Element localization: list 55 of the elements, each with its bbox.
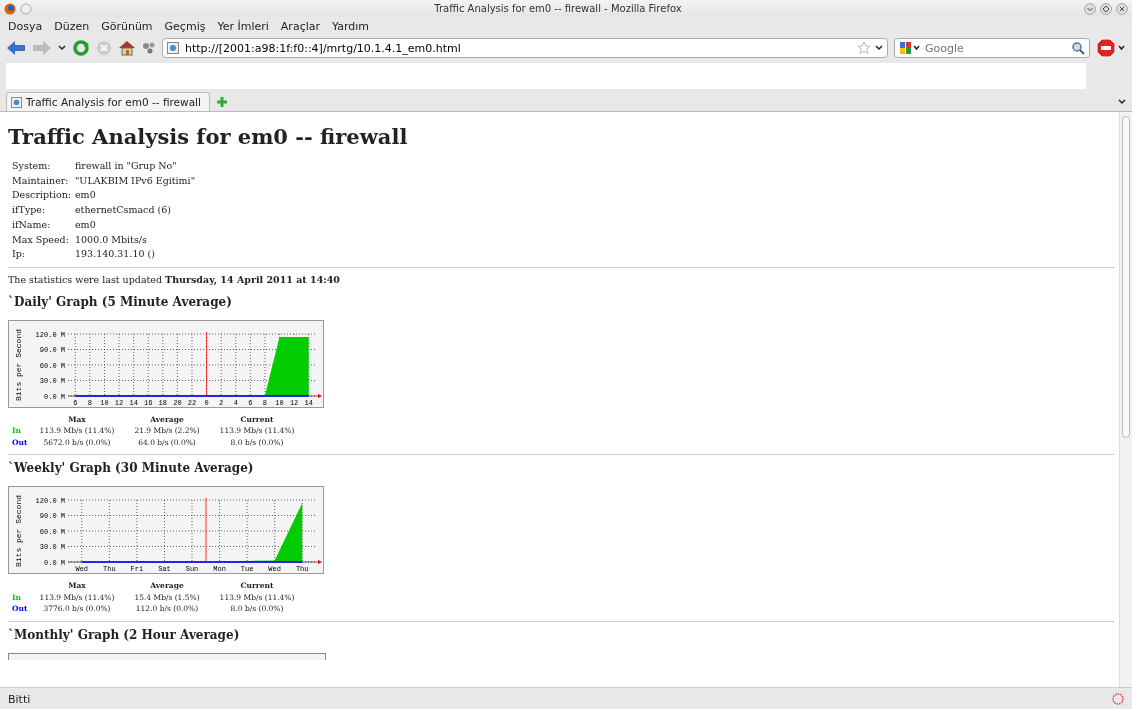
address-bar[interactable]: http://[2001:a98:1f:f0::4]/mrtg/10.1.4.1_em0.html — [162, 38, 888, 58]
graph-title: `Daily' Graph (5 Minute Average) — [8, 294, 233, 309]
graph-title: `Weekly' Graph (30 Minute Average) — [8, 461, 255, 476]
info-label: Max Speed: — [12, 232, 70, 247]
search-icon[interactable] — [1071, 41, 1085, 55]
info-value: 193.140.31.10 () — [75, 247, 156, 262]
update-notice: The statistics were last updated Thursday, 14 April 2011 at 14:40 — [8, 273, 341, 285]
menu-item[interactable]: Geçmiş — [164, 19, 206, 33]
menu-item[interactable]: Düzen — [54, 19, 90, 33]
home-button[interactable] — [118, 40, 136, 56]
info-value: em0 — [75, 188, 97, 203]
info-label: ifType: — [12, 203, 47, 218]
menu-item[interactable]: Yardım — [332, 19, 370, 33]
window-title: Traffic Analysis for em0 -- firewall - Mozilla Firefox — [433, 3, 683, 14]
info-label: ifName: — [12, 217, 52, 232]
browser-tab[interactable]: Traffic Analysis for em0 -- firewall — [6, 92, 210, 111]
info-value: 1000.0 Mbits/s — [75, 232, 148, 247]
search-engine-icon[interactable] — [899, 41, 921, 55]
address-field[interactable]: http://[2001:a98:1f:f0::4]/mrtg/10.1.4.1_em0.html — [183, 40, 853, 56]
info-label: System: — [12, 159, 52, 173]
star-icon[interactable] — [857, 41, 871, 55]
page-icon — [167, 42, 179, 54]
caret-icon[interactable] — [58, 44, 66, 52]
ref-line — [206, 331, 207, 397]
caret-icon[interactable] — [1118, 98, 1126, 106]
info-label: Description: — [12, 188, 71, 203]
menu-item[interactable]: Araçlar — [280, 19, 320, 33]
menu-item[interactable]: Yer İmleri — [217, 19, 269, 33]
molecule-icon[interactable] — [142, 41, 156, 55]
caret-icon[interactable] — [875, 44, 883, 52]
reload-button[interactable] — [72, 39, 90, 57]
scrollbar[interactable] — [1119, 112, 1132, 687]
status-text: Bitti — [8, 692, 31, 706]
info-label: Maintainer: — [12, 173, 70, 188]
menu-item[interactable]: Görünüm — [101, 19, 153, 33]
info-value: ethernetCsmacd (6) — [75, 203, 172, 218]
maximize-icon[interactable] — [1100, 2, 1112, 15]
browser-logo-icon — [4, 2, 16, 15]
y-axis-label: Bits per Second — [14, 328, 23, 401]
close-icon[interactable] — [1116, 2, 1128, 15]
dotted-circle-icon — [1112, 693, 1124, 705]
page-heading: Traffic Analysis for em0 -- firewall — [8, 124, 409, 149]
scroll-thumb[interactable] — [1122, 116, 1130, 438]
plus-icon[interactable] — [215, 96, 228, 108]
page-icon — [11, 96, 22, 108]
info-label: Ip: — [12, 247, 27, 262]
search-field[interactable]: Google — [894, 38, 1090, 58]
info-value: em0 — [75, 217, 97, 232]
circle-icon — [20, 2, 32, 15]
graph-title: `Monthly' Graph (2 Hour Average) — [8, 627, 241, 642]
y-axis-label: Bits per Second — [14, 495, 23, 568]
info-value: "ULAKBIM IPv6 Egitimi" — [75, 173, 197, 188]
back-button[interactable] — [6, 40, 26, 56]
info-value: firewall in "Grup No" — [75, 159, 178, 173]
menu-item[interactable]: Dosya — [8, 19, 43, 33]
